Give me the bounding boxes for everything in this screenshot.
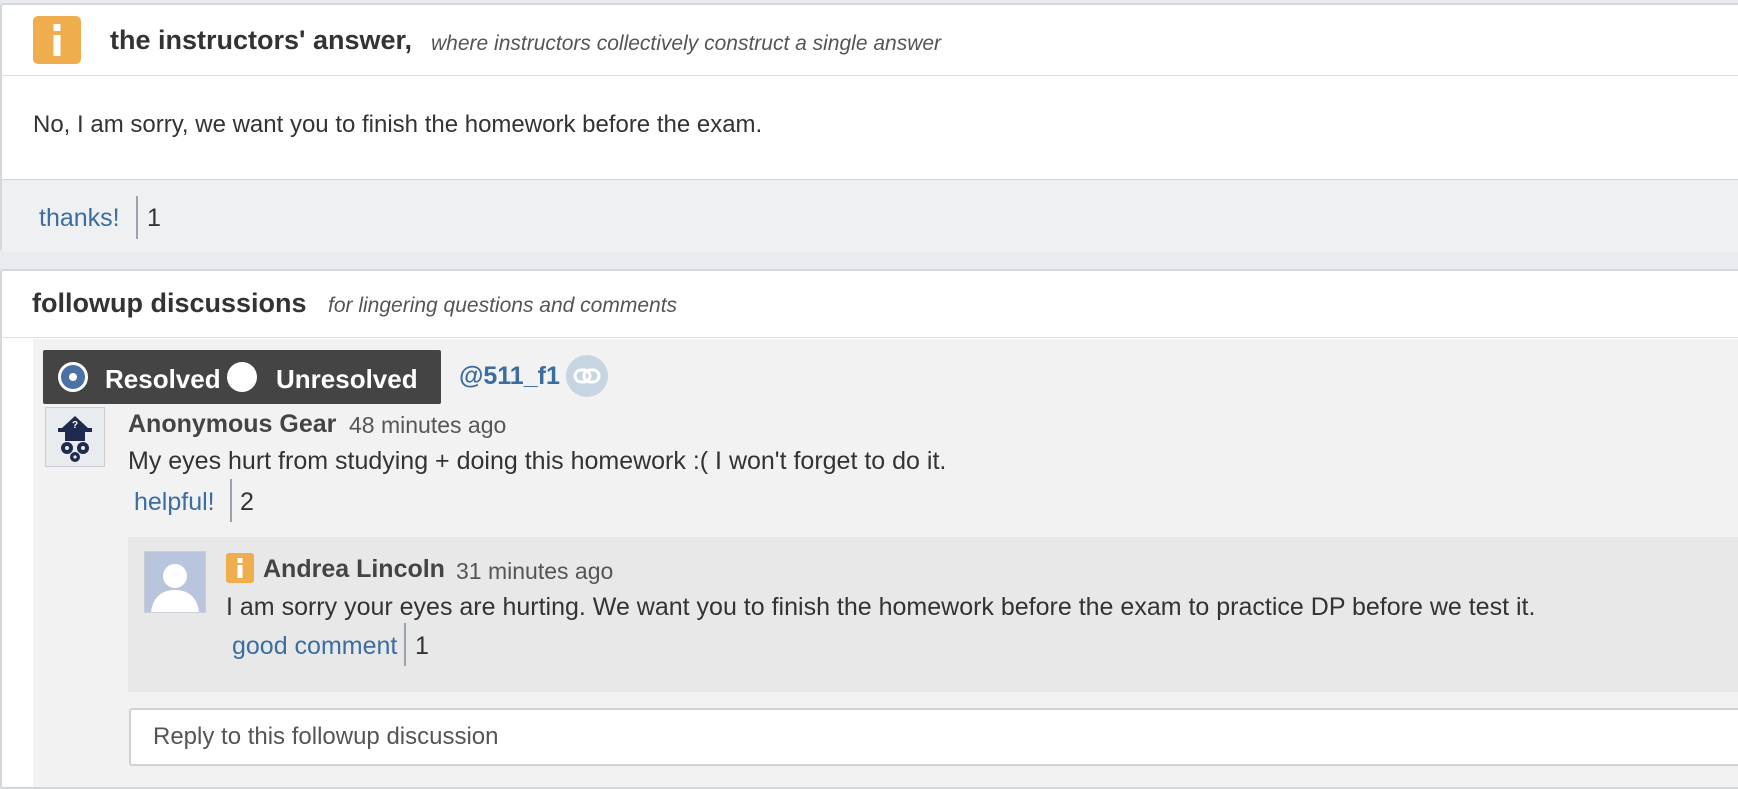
svg-text:?: ? bbox=[72, 420, 78, 431]
answer-body: No, I am sorry, we want you to finish th… bbox=[33, 111, 763, 138]
resolve-status-toggle: Resolved Unresolved bbox=[43, 350, 441, 404]
good-comment-count: 1 bbox=[415, 632, 429, 660]
resolved-radio[interactable] bbox=[58, 362, 88, 392]
followup-subtitle: for lingering questions and comments bbox=[328, 294, 678, 317]
followup-title: followup discussions bbox=[32, 288, 307, 318]
reply-timestamp: 31 minutes ago bbox=[456, 558, 614, 584]
helpful-button[interactable]: helpful! bbox=[134, 488, 215, 517]
unresolved-radio[interactable] bbox=[227, 362, 257, 392]
reply-author: Andrea Lincoln bbox=[263, 555, 445, 583]
answer-footer: thanks! 1 bbox=[2, 179, 1738, 252]
post-reference-link[interactable]: @511_f1 bbox=[459, 362, 560, 391]
comment-timestamp: 48 minutes ago bbox=[349, 412, 507, 438]
followup-thread: Resolved Unresolved @511_f1 ? Anonymous … bbox=[33, 339, 1738, 787]
divider bbox=[136, 196, 138, 239]
instructor-reply: Andrea Lincoln 31 minutes ago I am sorry… bbox=[128, 537, 1738, 692]
reply-input[interactable] bbox=[129, 708, 1738, 766]
thanks-button[interactable]: thanks! bbox=[39, 204, 120, 233]
default-user-avatar bbox=[144, 551, 206, 613]
anonymous-gear-avatar: ? bbox=[45, 407, 105, 467]
reply-text: I am sorry your eyes are hurting. We wan… bbox=[226, 593, 1536, 621]
thanks-count: 1 bbox=[147, 204, 161, 232]
unresolved-label[interactable]: Unresolved bbox=[276, 364, 418, 395]
answer-header: the instructors' answer, where instructo… bbox=[2, 5, 1738, 76]
comment-author: Anonymous Gear bbox=[128, 410, 337, 438]
instructors-answer-card: the instructors' answer, where instructo… bbox=[0, 3, 1738, 252]
instructor-info-icon bbox=[226, 553, 254, 583]
info-icon bbox=[33, 16, 81, 64]
link-icon[interactable] bbox=[566, 355, 608, 397]
followup-discussions-card: followup discussions for lingering quest… bbox=[0, 269, 1738, 789]
answer-subtitle: where instructors collectively construct… bbox=[431, 32, 942, 55]
good-comment-button[interactable]: good comment bbox=[232, 632, 397, 661]
divider bbox=[230, 479, 232, 522]
helpful-count: 2 bbox=[240, 488, 254, 516]
answer-title: the instructors' answer, bbox=[110, 25, 413, 55]
followup-header: followup discussions for lingering quest… bbox=[2, 271, 1738, 338]
comment-text: My eyes hurt from studying + doing this … bbox=[128, 447, 947, 475]
divider bbox=[404, 623, 406, 666]
resolved-label[interactable]: Resolved bbox=[105, 364, 221, 395]
